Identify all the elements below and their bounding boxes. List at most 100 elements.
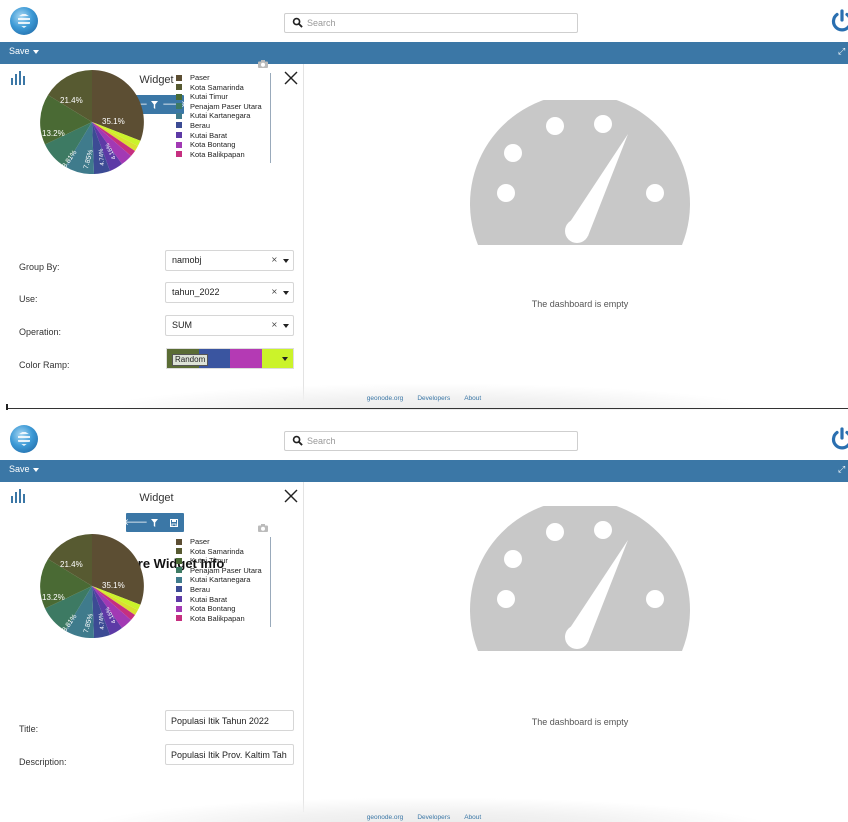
legend-label: Kota Balikpapan xyxy=(190,613,245,623)
legend-swatch xyxy=(176,605,182,612)
group-by-select[interactable]: namobj × xyxy=(165,250,294,271)
camera-icon[interactable] xyxy=(258,524,268,532)
legend-item[interactable]: Kota Bontang xyxy=(176,604,272,613)
toolbar-bar: Save ⤢ xyxy=(0,42,848,64)
search-box[interactable] xyxy=(284,431,578,451)
save-widget-button[interactable] xyxy=(166,515,182,531)
legend-swatch xyxy=(176,103,182,110)
pie-label: 35.1% xyxy=(102,117,125,126)
legend-swatch xyxy=(176,132,182,139)
legend-item[interactable]: Kutai Barat xyxy=(176,595,272,604)
legend-item[interactable]: Paser xyxy=(176,73,272,82)
geonode-logo[interactable] xyxy=(10,7,38,35)
legend-scrollbar[interactable] xyxy=(270,73,271,163)
filter-button[interactable] xyxy=(147,515,163,531)
legend-swatch xyxy=(176,548,182,555)
power-icon[interactable] xyxy=(830,427,848,451)
clear-icon[interactable]: × xyxy=(271,320,278,329)
save-menu-button[interactable]: Save xyxy=(9,46,39,56)
search-input[interactable] xyxy=(307,433,567,449)
search-input[interactable] xyxy=(307,15,567,31)
ramp-color xyxy=(230,349,262,368)
filter-icon xyxy=(151,100,159,109)
legend-item[interactable]: Berau xyxy=(176,121,272,130)
legend-item[interactable]: Paser xyxy=(176,537,272,546)
description-label: Description: xyxy=(19,757,67,767)
legend-label: Kutai Barat xyxy=(190,130,228,140)
legend-swatch xyxy=(176,112,182,119)
title-input[interactable] xyxy=(165,710,294,731)
legend-label: Kota Samarinda xyxy=(190,82,244,92)
legend-item[interactable]: Berau xyxy=(176,585,272,594)
footer-link-geonode[interactable]: geonode.org xyxy=(367,814,404,821)
caret-down-icon xyxy=(282,357,288,361)
pie-label: 35.1% xyxy=(102,581,125,590)
search-icon xyxy=(292,435,303,446)
color-ramp-label: Color Ramp: xyxy=(19,360,70,370)
screen-state-2: Save ⤢ Widget 🡐 Configure Widget Info 35… xyxy=(0,418,848,822)
footer-link-developers[interactable]: Developers xyxy=(417,814,450,821)
legend-scrollbar[interactable] xyxy=(270,537,271,627)
legend-item[interactable]: Penajam Paser Utara xyxy=(176,102,272,111)
footer: geonode.org Developers About xyxy=(0,395,848,402)
legend-label: Kutai Timur xyxy=(190,556,228,566)
legend-label: Paser xyxy=(190,537,210,546)
ramp-color xyxy=(261,349,293,368)
legend-item[interactable]: Kota Samarinda xyxy=(176,83,272,92)
back-arrow-button[interactable]: 🡐 xyxy=(124,515,148,531)
close-icon[interactable] xyxy=(283,70,299,86)
camera-icon[interactable] xyxy=(258,60,268,68)
color-ramp-select[interactable]: Random xyxy=(166,348,294,369)
search-box[interactable] xyxy=(284,13,578,33)
search-icon xyxy=(292,17,303,28)
legend-item[interactable]: Kutai Barat xyxy=(176,131,272,140)
legend-label: Kota Samarinda xyxy=(190,546,244,556)
footer-link-geonode[interactable]: geonode.org xyxy=(367,395,404,402)
empty-dashboard-text: The dashboard is empty xyxy=(531,299,629,309)
legend-item[interactable]: Kutai Timur xyxy=(176,556,272,565)
use-label: Use: xyxy=(19,294,38,304)
empty-dashboard-icon xyxy=(470,506,690,651)
screen-state-1: Save ⤢ Widget 🡐 🡒 35.1% 21.4% 13.2% 8.81… xyxy=(0,0,848,410)
group-by-value: namobj xyxy=(172,255,202,265)
group-by-label: Group By: xyxy=(19,262,60,272)
power-icon[interactable] xyxy=(830,9,848,33)
color-ramp-value: Random xyxy=(172,354,209,366)
header-bar xyxy=(0,0,848,43)
operation-select[interactable]: SUM × xyxy=(165,315,294,336)
filter-button[interactable] xyxy=(147,97,163,113)
legend-label: Berau xyxy=(190,584,211,594)
expand-icon[interactable]: ⤢ xyxy=(838,47,845,57)
legend-item[interactable]: Penajam Paser Utara xyxy=(176,566,272,575)
pie-chart: 35.1% 21.4% 13.2% 8.81% 7.85% 4.74% 4.16… xyxy=(40,70,144,174)
close-icon[interactable] xyxy=(283,488,299,504)
operation-value: SUM xyxy=(172,320,192,330)
legend-swatch xyxy=(176,576,182,583)
legend-swatch xyxy=(176,122,182,129)
legend-item[interactable]: Kutai Timur xyxy=(176,92,272,101)
footer-link-about[interactable]: About xyxy=(464,395,481,402)
clear-icon[interactable]: × xyxy=(271,287,278,296)
legend-item[interactable]: Kota Balikpapan xyxy=(176,614,272,623)
footer-link-about[interactable]: About xyxy=(464,814,481,821)
legend-item[interactable]: Kutai Kartanegara xyxy=(176,575,272,584)
caret-down-icon xyxy=(283,291,289,295)
save-menu-button[interactable]: Save xyxy=(9,464,39,474)
clear-icon[interactable]: × xyxy=(271,255,278,264)
widget-step-toolbar: 🡐 xyxy=(124,513,184,532)
legend-item[interactable]: Kota Samarinda xyxy=(176,547,272,556)
legend-item[interactable]: Kota Balikpapan xyxy=(176,150,272,159)
expand-icon[interactable]: ⤢ xyxy=(838,465,845,475)
legend-label: Paser xyxy=(190,73,210,82)
description-input[interactable] xyxy=(165,744,294,765)
use-select[interactable]: tahun_2022 × xyxy=(165,282,294,303)
footer-link-developers[interactable]: Developers xyxy=(417,395,450,402)
screen-separator xyxy=(0,410,848,418)
geonode-logo[interactable] xyxy=(10,425,38,453)
save-label: Save xyxy=(9,464,30,474)
operation-label: Operation: xyxy=(19,327,62,337)
legend-swatch xyxy=(176,141,182,148)
legend-item[interactable]: Kota Bontang xyxy=(176,140,272,149)
legend-item[interactable]: Kutai Kartanegara xyxy=(176,111,272,120)
legend-label: Penajam Paser Utara xyxy=(190,101,262,111)
